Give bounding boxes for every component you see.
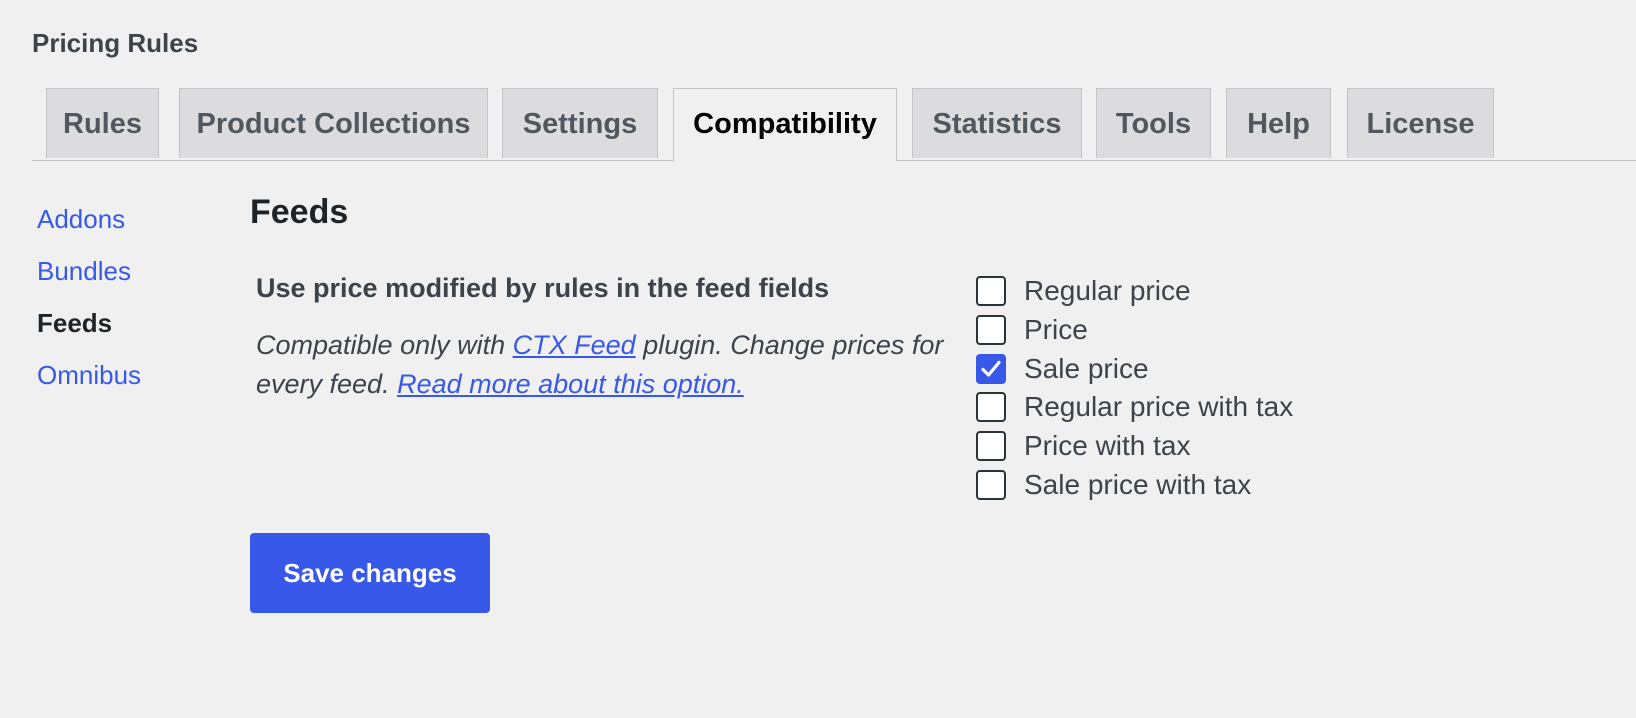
option-price[interactable]: Price: [976, 311, 1293, 350]
option-label: Regular price: [1024, 275, 1191, 307]
page-title: Pricing Rules: [32, 28, 199, 58]
option-label: Price: [1024, 314, 1088, 346]
section-title: Feeds: [250, 193, 349, 231]
sidebar-item-omnibus[interactable]: Omnibus: [37, 349, 141, 401]
description-text: Compatible only with: [256, 330, 513, 360]
field-description: Compatible only with CTX Feed plugin. Ch…: [256, 326, 956, 404]
option-label: Sale price: [1024, 352, 1149, 384]
tab-rules[interactable]: Rules: [46, 88, 159, 158]
sale-price-with-tax-checkbox[interactable]: [976, 469, 1006, 500]
tab-license[interactable]: License: [1347, 88, 1494, 158]
ctx-feed-link[interactable]: CTX Feed: [513, 330, 636, 360]
option-regular-price[interactable]: Regular price: [976, 272, 1293, 311]
tab-settings[interactable]: Settings: [502, 88, 658, 158]
price-options-list: Regular price Price Sale price Regular p…: [976, 272, 1293, 504]
sidebar-item-feeds: Feeds: [37, 308, 113, 338]
sale-price-checkbox[interactable]: [976, 353, 1006, 384]
regular-price-with-tax-checkbox[interactable]: [976, 392, 1006, 423]
field-label: Use price modified by rules in the feed …: [256, 273, 830, 303]
read-more-link[interactable]: Read more about this option.: [397, 369, 744, 399]
option-label: Regular price with tax: [1024, 391, 1294, 423]
option-sale-price[interactable]: Sale price: [976, 349, 1293, 388]
option-label: Sale price with tax: [1024, 468, 1252, 500]
tab-tools[interactable]: Tools: [1096, 88, 1211, 158]
price-checkbox[interactable]: [976, 315, 1006, 346]
save-changes-button[interactable]: Save changes: [250, 533, 490, 613]
tab-product-collections[interactable]: Product Collections: [179, 88, 488, 158]
option-sale-price-with-tax[interactable]: Sale price with tax: [976, 465, 1293, 504]
sidebar-item-addons[interactable]: Addons: [37, 193, 141, 245]
tab-bar: Rules Product Collections Settings Compa…: [32, 88, 1636, 161]
checkmark-icon: [981, 360, 1001, 377]
option-price-with-tax[interactable]: Price with tax: [976, 427, 1293, 466]
option-label: Price with tax: [1024, 430, 1191, 462]
settings-page: Pricing Rules Rules Product Collections …: [0, 0, 1636, 718]
tab-statistics[interactable]: Statistics: [912, 88, 1082, 158]
sidebar-item-bundles[interactable]: Bundles: [37, 245, 141, 297]
option-regular-price-with-tax[interactable]: Regular price with tax: [976, 388, 1293, 427]
regular-price-checkbox[interactable]: [976, 276, 1006, 307]
tab-help[interactable]: Help: [1226, 88, 1331, 158]
sidebar-nav: Addons Bundles Feeds Omnibus: [37, 193, 141, 401]
price-with-tax-checkbox[interactable]: [976, 431, 1006, 462]
tab-compatibility[interactable]: Compatibility: [673, 88, 897, 161]
